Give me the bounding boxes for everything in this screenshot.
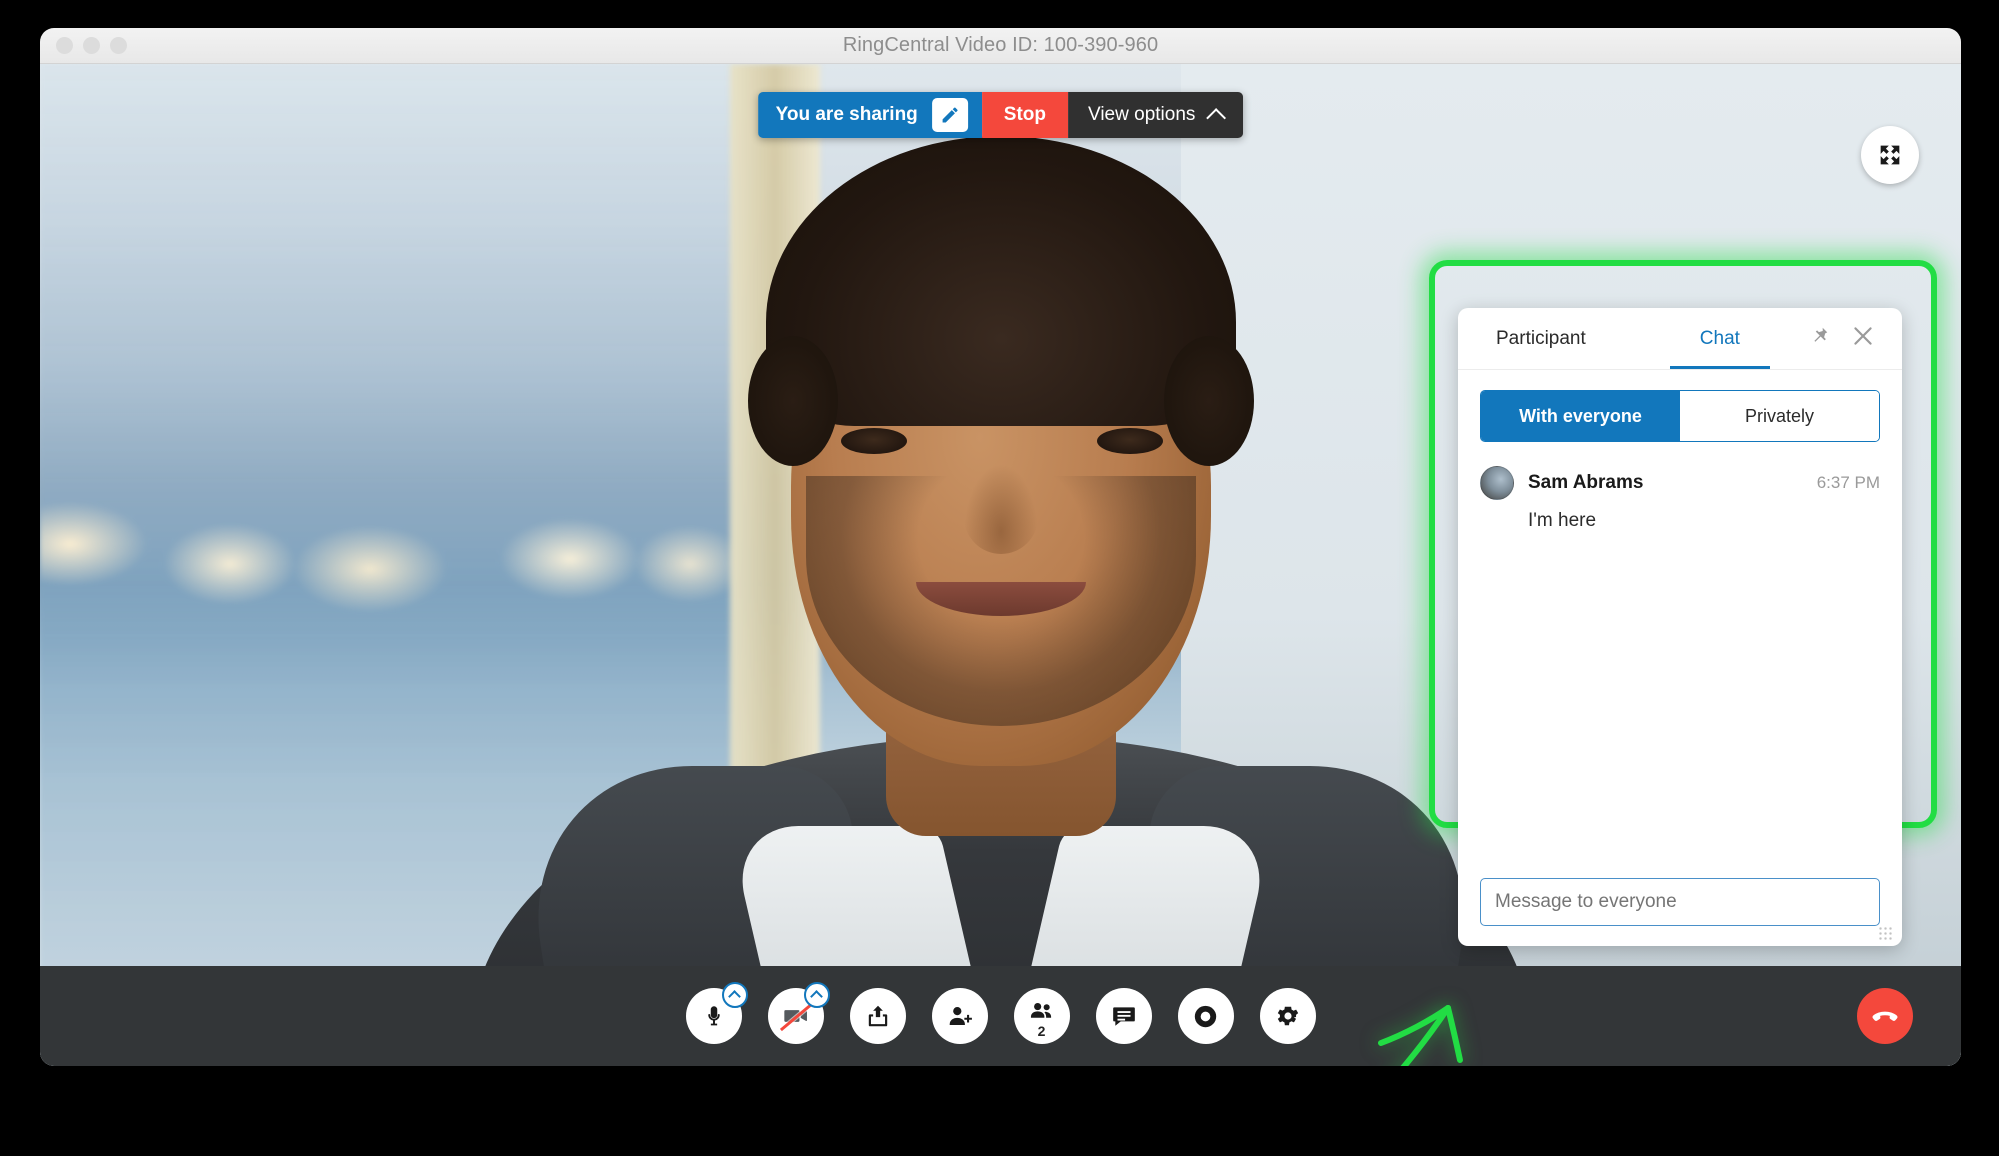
pin-icon[interactable]	[1808, 325, 1830, 352]
video-button[interactable]	[767, 982, 830, 1044]
view-options-button[interactable]: View options	[1068, 92, 1244, 138]
people-icon	[1030, 1003, 1051, 1018]
sharing-bar: You are sharing Stop View options	[757, 92, 1244, 138]
chevron-up-icon	[810, 990, 823, 1003]
participants-count: 2	[1037, 1023, 1046, 1039]
toggle-privately[interactable]: Privately	[1680, 391, 1879, 441]
hangup-phone-icon	[1872, 1011, 1898, 1021]
sharing-status: You are sharing	[757, 92, 982, 138]
audience-toggle: With everyone Privately	[1480, 390, 1880, 442]
view-options-label: View options	[1088, 104, 1196, 125]
minimize-button[interactable]	[83, 37, 100, 54]
window-title: RingCentral Video ID: 100-390-960	[842, 34, 1159, 56]
end-call-button[interactable]	[1857, 988, 1913, 1044]
message-author: Sam Abrams	[1528, 472, 1644, 493]
record-circle-icon	[1194, 1005, 1217, 1027]
avatar	[1480, 466, 1514, 500]
close-icon[interactable]	[1850, 323, 1876, 354]
chevron-up-icon	[728, 990, 741, 1003]
chat-message-list[interactable]: Sam Abrams 6:37 PM I'm here	[1458, 442, 1902, 878]
toggle-privately-label: Privately	[1744, 405, 1815, 426]
chat-bubble-icon	[1112, 1007, 1135, 1026]
tab-chat-label: Chat	[1699, 327, 1740, 349]
traffic-lights	[56, 37, 127, 54]
chat-button[interactable]	[1095, 988, 1152, 1044]
stop-sharing-button[interactable]: Stop	[981, 92, 1069, 138]
participants-button[interactable]: 2	[1013, 988, 1070, 1044]
message-time: 6:37 PM	[1816, 473, 1880, 492]
share-screen-button[interactable]	[849, 988, 906, 1044]
list-item: Sam Abrams 6:37 PM I'm here	[1480, 466, 1880, 532]
app-window: RingCentral Video ID: 100-390-960 You ar…	[40, 28, 1961, 1066]
video-stage: You are sharing Stop View options Partic…	[40, 64, 1961, 1066]
meeting-toolbar: 2	[40, 966, 1961, 1066]
add-person-icon	[949, 1007, 972, 1025]
toggle-with-everyone[interactable]: With everyone	[1481, 391, 1680, 441]
microphone-button[interactable]	[685, 982, 748, 1044]
tab-chat[interactable]: Chat	[1669, 308, 1771, 369]
chat-panel-header: Participant Chat	[1458, 308, 1902, 370]
settings-button[interactable]	[1259, 988, 1316, 1044]
chat-panel-actions	[1808, 323, 1876, 354]
microphone-icon	[707, 1006, 720, 1026]
gear-icon	[1277, 1006, 1298, 1026]
tab-participant-label: Participant	[1496, 327, 1586, 349]
invite-button[interactable]	[931, 988, 988, 1044]
video-participant	[426, 106, 1576, 1066]
expand-arrows-icon	[1880, 145, 1900, 165]
expand-fullscreen-button[interactable]	[1861, 126, 1919, 184]
toolbar-buttons: 2	[685, 982, 1316, 1044]
chat-message-input[interactable]	[1480, 878, 1880, 926]
share-upload-icon	[868, 1005, 887, 1027]
stop-label: Stop	[1003, 104, 1047, 125]
tab-participant[interactable]: Participant	[1488, 308, 1594, 369]
record-button[interactable]	[1177, 988, 1234, 1044]
video-options-chevron[interactable]	[803, 982, 830, 1008]
message-text: I'm here	[1528, 510, 1597, 531]
chat-panel: Participant Chat With everyone Privately…	[1458, 308, 1902, 946]
chevron-up-icon	[1206, 107, 1227, 128]
pencil-icon[interactable]	[931, 98, 968, 132]
resize-grip-icon[interactable]	[1878, 926, 1892, 940]
maximize-button[interactable]	[110, 37, 127, 54]
sharing-status-label: You are sharing	[775, 104, 918, 125]
microphone-options-chevron[interactable]	[721, 982, 748, 1008]
close-button[interactable]	[56, 37, 73, 54]
title-bar: RingCentral Video ID: 100-390-960	[40, 28, 1961, 64]
chat-input-wrapper	[1458, 878, 1902, 946]
toggle-with-everyone-label: With everyone	[1519, 405, 1642, 426]
